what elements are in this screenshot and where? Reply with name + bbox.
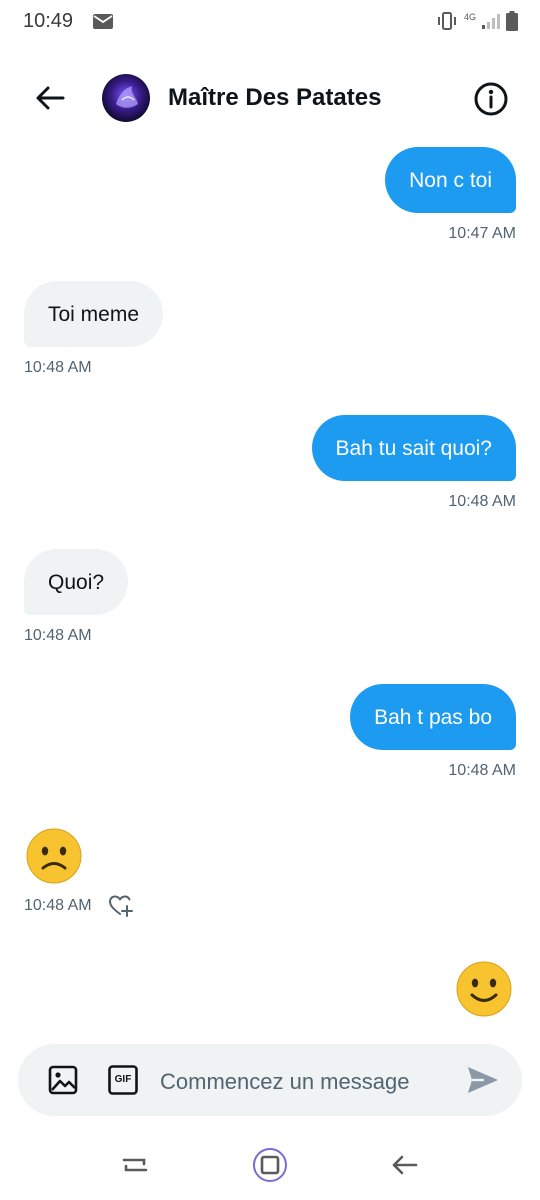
message-timestamp: 10:48 AM <box>448 762 516 779</box>
message-text: Bah t pas bo <box>374 705 492 729</box>
gif-label: GIF <box>114 1074 132 1085</box>
back-arrow-icon <box>36 86 65 110</box>
image-icon[interactable] <box>48 1065 78 1095</box>
message-timestamp: 10:48 AM <box>24 627 92 644</box>
message-bubble-received[interactable]: Toi meme <box>24 281 164 347</box>
message-bubble-sent[interactable]: Non c toi <box>385 147 516 213</box>
send-icon[interactable] <box>466 1064 500 1096</box>
back-button[interactable] <box>30 80 70 116</box>
status-icons: 4G <box>436 10 518 32</box>
gif-button[interactable]: GIF <box>108 1065 138 1095</box>
slightly-frowning-face-emoji[interactable] <box>26 828 82 884</box>
message-text: Bah tu sait quoi? <box>335 436 492 460</box>
react-heart-icon[interactable] <box>108 894 134 918</box>
home-nav-icon[interactable] <box>252 1147 288 1183</box>
message-timestamp: 10:47 AM <box>448 225 516 242</box>
contact-name[interactable]: Maître Des Patates <box>168 84 381 112</box>
signal-icon <box>482 14 500 29</box>
message-text: Non c toi <box>409 168 492 192</box>
message-timestamp: 10:48 AM <box>448 493 516 510</box>
message-timestamp: 10:48 AM <box>24 359 92 376</box>
battery-icon <box>506 11 518 31</box>
message-bubble-sent[interactable]: Bah t pas bo <box>350 684 516 750</box>
avatar[interactable] <box>102 74 150 122</box>
message-input[interactable]: Commencez un message <box>160 1069 409 1095</box>
message-bubble-sent[interactable]: Bah tu sait quoi? <box>311 415 516 481</box>
message-bubble-received[interactable]: Quoi? <box>24 549 129 615</box>
info-icon <box>474 82 508 116</box>
slightly-smiling-face-emoji[interactable] <box>456 961 512 1017</box>
message-timestamp: 10:48 AM <box>24 897 92 914</box>
back-nav-icon[interactable] <box>390 1150 420 1180</box>
recents-nav-icon[interactable] <box>120 1150 150 1180</box>
avatar-art <box>116 86 138 108</box>
status-time: 10:49 <box>23 10 74 32</box>
network-label: 4G <box>463 12 476 22</box>
message-text: Quoi? <box>48 570 105 594</box>
mail-icon <box>93 14 113 29</box>
vibrate-icon <box>437 12 456 30</box>
message-text: Toi meme <box>48 302 140 326</box>
info-button[interactable] <box>472 80 510 118</box>
